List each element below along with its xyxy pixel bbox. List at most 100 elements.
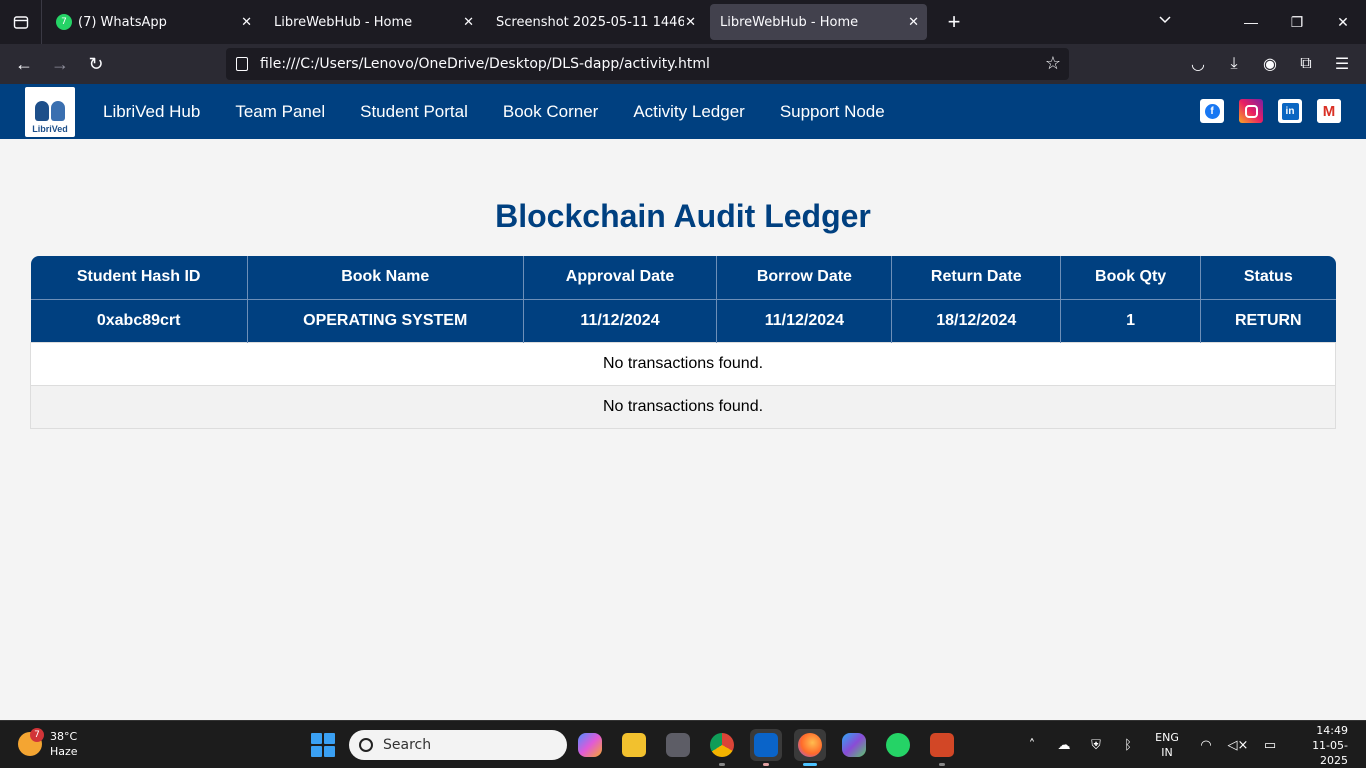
search-icon: [359, 738, 373, 752]
battery-icon[interactable]: ▭: [1254, 738, 1286, 753]
close-window-icon[interactable]: ✕: [1320, 14, 1366, 31]
search-placeholder: Search: [383, 737, 432, 753]
taskbar-search[interactable]: Search: [349, 730, 567, 760]
table-header-row: Student Hash ID Book Name Approval Date …: [30, 256, 1336, 299]
instagram-icon[interactable]: [1239, 99, 1263, 123]
weather-widget[interactable]: 7 38°C Haze: [18, 728, 78, 759]
lang-line2: IN: [1161, 746, 1173, 759]
language-indicator[interactable]: ENG IN: [1144, 730, 1190, 760]
weather-desc: Haze: [50, 745, 78, 758]
window-controls: — ❐ ✕: [1228, 0, 1366, 44]
nav-student-portal[interactable]: Student Portal: [360, 102, 468, 122]
nav-support-node[interactable]: Support Node: [780, 102, 885, 122]
cell-return-date: 18/12/2024: [891, 298, 1062, 342]
haze-weather-icon: 7: [18, 728, 44, 756]
defender-icon[interactable]: ⛨: [1080, 738, 1112, 753]
system-tray: ˄ ☁ ⛨ ᛒ ENG IN ◠ ◁× ▭ 14:49 11-05-2025: [1016, 721, 1366, 768]
nav-librived-hub[interactable]: LibriVed Hub: [103, 102, 200, 122]
taskbar: 7 38°C Haze Search ˄ ☁ ⛨ ᛒ ENG IN ◠ ◁× ▭: [0, 720, 1366, 768]
bookmark-star-icon[interactable]: ☆: [1045, 53, 1061, 74]
outlook-icon[interactable]: [750, 729, 782, 766]
restore-icon[interactable]: ❐: [1274, 14, 1320, 31]
logo-figures-icon: [35, 100, 65, 121]
cell-student-hash: 0xabc89crt: [30, 298, 248, 342]
microsoft-365-icon[interactable]: [838, 729, 870, 761]
chevron-down-icon[interactable]: [1158, 12, 1172, 31]
copilot-icon[interactable]: [574, 729, 606, 761]
gmail-icon[interactable]: M: [1317, 99, 1341, 123]
cell-book-name: OPERATING SYSTEM: [247, 298, 524, 342]
nav-activity-ledger[interactable]: Activity Ledger: [633, 102, 745, 122]
clock-date: 11-05-2025: [1312, 738, 1348, 767]
volume-muted-icon[interactable]: ◁×: [1222, 738, 1254, 753]
pocket-icon[interactable]: ◡: [1180, 54, 1216, 74]
tab-list-icon[interactable]: [0, 0, 42, 44]
page-title: Blockchain Audit Ledger: [495, 198, 871, 234]
social-links: f in M: [1200, 99, 1341, 123]
firefox-icon[interactable]: [794, 729, 826, 766]
browser-tab-whatsapp[interactable]: 7 (7) WhatsApp ✕: [46, 4, 260, 40]
cell-status: RETURN: [1200, 298, 1336, 342]
browser-toolbar: ← → ↻ file:///C:/Users/Lenovo/OneDrive/D…: [0, 44, 1366, 84]
column-header: Approval Date: [523, 256, 718, 299]
column-header: Borrow Date: [716, 256, 893, 299]
empty-message: No transactions found.: [30, 341, 1336, 386]
facebook-icon[interactable]: f: [1200, 99, 1224, 123]
bluetooth-icon[interactable]: ᛒ: [1112, 738, 1144, 753]
forward-icon[interactable]: →: [42, 54, 78, 75]
cell-approval-date: 11/12/2024: [523, 298, 718, 342]
toolbar-actions: ◡ ⤓ ◉ ⧉ ☰: [1180, 44, 1360, 84]
close-tab-icon[interactable]: ✕: [241, 15, 252, 30]
minimize-icon[interactable]: —: [1228, 14, 1274, 30]
whatsapp-icon: 7: [56, 14, 72, 30]
whatsapp-icon[interactable]: [882, 729, 914, 761]
chrome-icon[interactable]: [706, 729, 738, 766]
nav-book-corner[interactable]: Book Corner: [503, 102, 598, 122]
column-header: Return Date: [891, 256, 1062, 299]
menu-icon[interactable]: ☰: [1324, 54, 1360, 74]
reload-icon[interactable]: ↻: [78, 54, 114, 75]
linkedin-icon[interactable]: in: [1278, 99, 1302, 123]
file-explorer-icon[interactable]: [618, 729, 650, 761]
table-row: 0xabc89crt OPERATING SYSTEM 11/12/2024 1…: [30, 298, 1336, 342]
download-icon[interactable]: ⤓: [1216, 55, 1252, 73]
extensions-icon[interactable]: ⧉: [1288, 55, 1324, 73]
close-tab-icon[interactable]: ✕: [908, 15, 919, 30]
close-tab-icon[interactable]: ✕: [685, 15, 696, 30]
tab-label: Screenshot 2025-05-11 144643.png: [496, 14, 684, 30]
windows-start-icon[interactable]: [311, 733, 335, 757]
browser-tab-home[interactable]: LibreWebHub - Home ✕: [264, 4, 482, 40]
wifi-icon[interactable]: ◠: [1190, 738, 1222, 753]
tab-label: (7) WhatsApp: [78, 14, 167, 30]
page-icon: [236, 57, 248, 71]
new-tab-button[interactable]: +: [939, 9, 969, 35]
powerpoint-icon[interactable]: [926, 729, 958, 766]
taskbar-apps: [574, 729, 958, 766]
clock-time: 14:49: [1316, 723, 1348, 737]
empty-message: No transactions found.: [30, 384, 1336, 429]
back-icon[interactable]: ←: [6, 54, 42, 75]
url-text: file:///C:/Users/Lenovo/OneDrive/Desktop…: [260, 56, 710, 72]
column-header: Book Name: [247, 256, 524, 299]
camera-icon[interactable]: [662, 729, 694, 761]
weather-temp: 38°C: [50, 730, 78, 743]
tab-label: LibreWebHub - Home: [720, 14, 859, 30]
account-icon[interactable]: ◉: [1252, 54, 1288, 74]
browser-tab-screenshot[interactable]: Screenshot 2025-05-11 144643.png ✕: [486, 4, 704, 40]
clock[interactable]: 14:49 11-05-2025: [1286, 723, 1366, 768]
chevron-up-icon[interactable]: ˄: [1016, 738, 1048, 753]
nav-team-panel[interactable]: Team Panel: [235, 102, 325, 122]
site-logo[interactable]: LibriVed: [25, 86, 75, 137]
cell-book-qty: 1: [1060, 298, 1202, 342]
column-header: Book Qty: [1060, 256, 1202, 299]
close-tab-icon[interactable]: ✕: [463, 15, 474, 30]
audit-ledger-table: Student Hash ID Book Name Approval Date …: [30, 256, 1336, 429]
address-bar[interactable]: file:///C:/Users/Lenovo/OneDrive/Desktop…: [226, 48, 1069, 80]
lang-line1: ENG: [1155, 731, 1179, 744]
cell-borrow-date: 11/12/2024: [716, 298, 893, 342]
onedrive-icon[interactable]: ☁: [1048, 738, 1080, 753]
column-header: Status: [1200, 256, 1336, 299]
tab-label: LibreWebHub - Home: [274, 14, 413, 30]
column-header: Student Hash ID: [30, 256, 248, 299]
browser-tab-home-active[interactable]: LibreWebHub - Home ✕: [710, 4, 927, 40]
